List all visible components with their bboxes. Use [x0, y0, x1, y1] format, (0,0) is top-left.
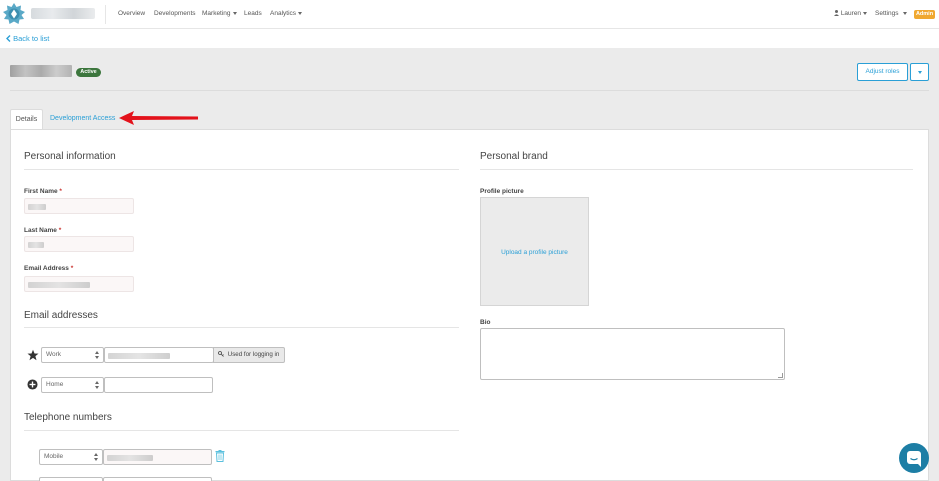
redacted-value [107, 455, 153, 461]
last-name-label: Last Name * [24, 227, 62, 234]
user-icon [834, 10, 839, 16]
nav-marketing[interactable]: Marketing [202, 10, 237, 17]
tab-development-access[interactable]: Development Access [50, 109, 115, 129]
redacted-value [28, 204, 46, 210]
email-addresses-title: Email addresses [24, 310, 98, 321]
last-name-input[interactable] [24, 236, 134, 252]
redacted-value [28, 282, 90, 288]
annotation-arrow-icon [119, 111, 198, 125]
upload-profile-picture-link[interactable]: Upload a profile picture [481, 249, 588, 256]
section-divider [480, 169, 913, 170]
personal-brand-title: Personal brand [480, 151, 548, 162]
email-input[interactable] [104, 347, 214, 363]
top-navbar: Overview Developments Marketing Leads An… [0, 0, 939, 29]
first-name-input[interactable] [24, 198, 134, 214]
chat-launcher-button[interactable] [899, 443, 929, 473]
trash-icon[interactable] [215, 450, 225, 462]
chevron-left-icon [6, 35, 11, 42]
tab-details[interactable]: Details [10, 109, 43, 129]
profile-picture-label: Profile picture [480, 188, 524, 195]
adjust-roles-button[interactable]: Adjust roles [857, 63, 908, 81]
add-circle-icon[interactable] [27, 379, 38, 390]
chevron-down-icon [918, 71, 922, 74]
nav-developments[interactable]: Developments [154, 10, 196, 17]
company-logo-icon[interactable] [2, 2, 26, 26]
user-name-redacted [10, 65, 72, 77]
phone-type-select[interactable] [39, 477, 103, 481]
first-name-label: First Name * [24, 188, 62, 195]
chevron-down-icon [902, 11, 907, 15]
chevron-down-icon [863, 11, 868, 15]
section-divider [24, 327, 459, 328]
resize-handle-icon[interactable] [778, 373, 783, 378]
bio-label: Bio [480, 319, 491, 326]
email-address-input[interactable] [24, 276, 134, 292]
admin-badge[interactable]: Admin [914, 10, 935, 19]
email-address-label: Email Address * [24, 265, 74, 272]
profile-picture-dropzone[interactable]: Upload a profile picture [480, 197, 589, 306]
personal-information-title: Personal information [24, 151, 116, 162]
bio-textarea[interactable] [480, 328, 785, 380]
select-arrows-icon [94, 453, 98, 461]
user-menu[interactable]: Lauren [834, 10, 868, 17]
chevron-down-icon [232, 11, 237, 15]
nav-overview[interactable]: Overview [118, 10, 145, 17]
select-arrows-icon [95, 351, 99, 359]
redacted-value [108, 353, 170, 359]
actions-dropdown-button[interactable] [910, 63, 929, 81]
select-arrows-icon [95, 381, 99, 389]
header-divider [10, 90, 929, 91]
star-icon[interactable] [27, 349, 39, 361]
nav-leads[interactable]: Leads [244, 10, 262, 17]
key-icon [218, 351, 224, 357]
brand-name-redacted [31, 8, 95, 19]
back-to-list-link[interactable]: Back to list [6, 34, 49, 43]
phone-input[interactable] [103, 477, 212, 481]
email-input[interactable] [104, 377, 213, 393]
nav-divider [105, 5, 106, 24]
telephone-numbers-title: Telephone numbers [24, 412, 112, 423]
redacted-value [28, 242, 44, 248]
nav-analytics[interactable]: Analytics [270, 10, 303, 17]
email-type-select[interactable]: Home [41, 377, 104, 393]
section-divider [24, 430, 459, 431]
chat-icon [907, 451, 921, 467]
phone-type-select[interactable]: Mobile [39, 449, 103, 465]
used-for-login-button[interactable]: Used for logging in [213, 347, 285, 363]
chevron-down-icon [298, 11, 303, 15]
email-type-select[interactable]: Work [41, 347, 104, 363]
section-divider [24, 169, 459, 170]
settings-menu[interactable]: Settings [875, 10, 907, 17]
phone-input[interactable] [103, 449, 212, 465]
details-panel [10, 129, 929, 481]
status-badge: Active [76, 68, 101, 77]
